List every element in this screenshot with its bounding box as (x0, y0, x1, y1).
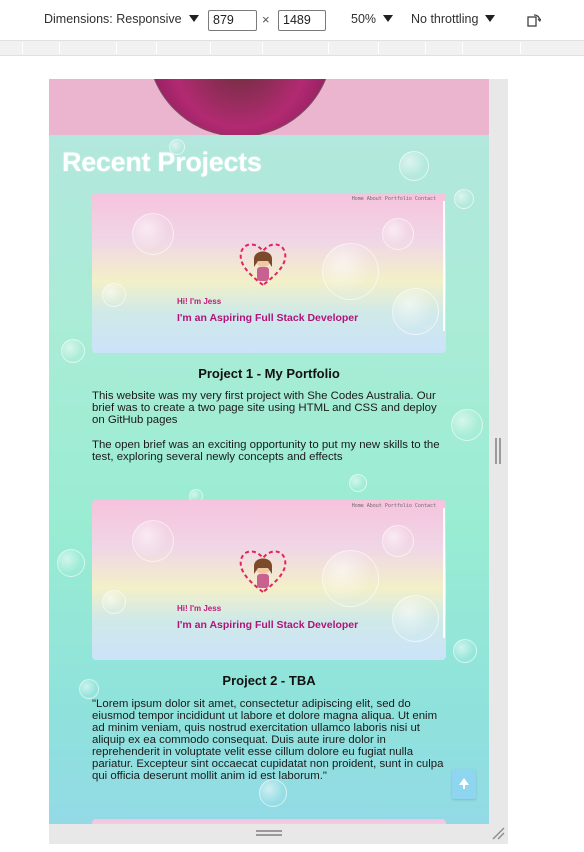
screenshot-greeting: Hi! I'm Jess (177, 297, 222, 306)
devtools-device-toolbar: Dimensions: Responsive 879 × 1489 50% No… (0, 0, 584, 40)
bitmoji-heart-icon (239, 243, 287, 287)
arrow-up-stem (463, 784, 465, 789)
bubble-decoration (382, 218, 414, 250)
rotate-icon[interactable] (527, 13, 541, 27)
back-to-top-button[interactable] (452, 769, 476, 799)
bubble-decoration (102, 590, 126, 614)
screenshot-scrollbar (443, 508, 445, 638)
chevron-down-icon (383, 15, 394, 22)
section-title: Recent Projects (62, 147, 262, 177)
bitmoji-heart-icon (239, 550, 287, 594)
screenshot-scrollbar (443, 201, 445, 331)
bubble-decoration (132, 213, 174, 255)
project-1-description: This website was my very first project w… (92, 390, 437, 426)
project-2-description: "Lorem ipsum dolor sit amet, consectetur… (92, 698, 444, 782)
screenshot-nav: Home About Portfolio Contact (351, 503, 436, 509)
dimensions-dropdown[interactable]: Dimensions: Responsive (44, 12, 199, 26)
bubble-decoration (61, 339, 85, 363)
dimensions-label: Dimensions: Responsive (44, 12, 182, 26)
right-resize-handle[interactable] (495, 438, 502, 464)
chevron-down-icon (485, 15, 496, 22)
bubble-decoration (102, 283, 126, 307)
screenshot-subtitle: I'm an Aspiring Full Stack Developer (177, 619, 359, 631)
height-input[interactable]: 1489 (278, 10, 326, 31)
profile-avatar (147, 79, 333, 135)
width-input[interactable]: 879 (208, 10, 257, 31)
screenshot-nav: Home About Portfolio Contact (351, 196, 436, 202)
bubble-decoration (392, 288, 439, 335)
chevron-down-icon (188, 15, 199, 22)
media-query-ruler[interactable] (0, 40, 584, 56)
bubble-decoration (451, 409, 483, 441)
bubble-decoration (349, 474, 367, 492)
throttling-dropdown[interactable]: No throttling (411, 12, 496, 26)
bubble-decoration (259, 779, 287, 807)
throttling-label: No throttling (411, 12, 479, 26)
bubble-decoration (322, 243, 379, 300)
bubble-decoration (392, 595, 439, 642)
project-2-screenshot[interactable]: Home About Portfolio Contact Hi! I'm Jes… (92, 500, 446, 660)
project-2-title: Project 2 - TBA (222, 673, 316, 688)
screenshot-greeting: Hi! I'm Jess (177, 604, 222, 613)
corner-resize-icon[interactable] (491, 826, 505, 840)
project-1-screenshot[interactable]: Home About Portfolio Contact Hi! I'm Jes… (92, 193, 446, 353)
screenshot-subtitle: I'm an Aspiring Full Stack Developer (177, 312, 359, 324)
zoom-dropdown[interactable]: 50% (351, 12, 394, 26)
project-1-title: Project 1 - My Portfolio (198, 366, 340, 381)
bubble-decoration (453, 639, 477, 663)
bottom-resize-handle[interactable] (256, 830, 282, 836)
project-1-description-2: The open brief was an exciting opportuni… (92, 439, 440, 463)
bubble-decoration (132, 520, 174, 562)
emulated-viewport: Recent Projects Home About Portfolio Con… (49, 79, 489, 824)
bubble-decoration (382, 525, 414, 557)
bubble-decoration (57, 549, 85, 577)
times-sign: × (262, 12, 270, 27)
bubble-decoration (454, 189, 474, 209)
zoom-label: 50% (351, 12, 377, 26)
bubble-decoration (399, 151, 429, 181)
page-header (49, 79, 489, 135)
bubble-decoration (322, 550, 379, 607)
